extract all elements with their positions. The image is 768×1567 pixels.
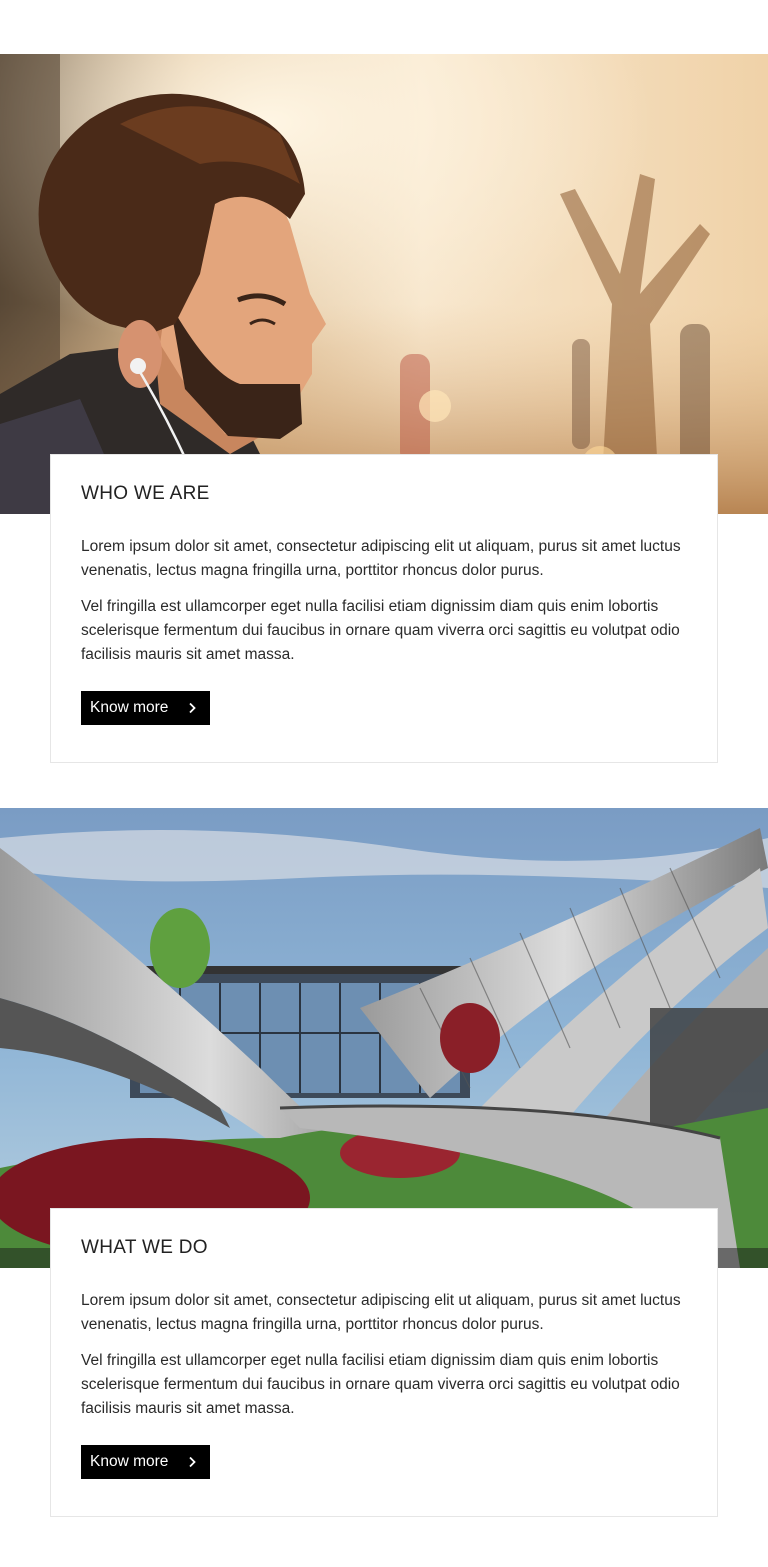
- man-photo-illustration: [0, 54, 768, 514]
- what-we-do-card: WHAT WE DO Lorem ipsum dolor sit amet, c…: [50, 1208, 718, 1517]
- card-title: WHAT WE DO: [81, 1237, 208, 1258]
- card-paragraph-1: Lorem ipsum dolor sit amet, consectetur …: [81, 1292, 681, 1333]
- chevron-right-icon: [189, 702, 196, 714]
- card-title: WHO WE ARE: [81, 483, 210, 504]
- button-label: Know more: [90, 1453, 169, 1470]
- button-label: Know more: [90, 699, 169, 716]
- hero-image-man-with-earphones: [0, 54, 768, 514]
- card-paragraph-2: Vel fringilla est ullamcorper eget nulla…: [81, 1352, 680, 1417]
- card-paragraph-1: Lorem ipsum dolor sit amet, consectetur …: [81, 538, 681, 579]
- who-we-are-card: WHO WE ARE Lorem ipsum dolor sit amet, c…: [50, 454, 718, 763]
- card-paragraph-2: Vel fringilla est ullamcorper eget nulla…: [81, 598, 680, 663]
- hero-image-wave-building: [0, 808, 768, 1268]
- know-more-button[interactable]: Know more: [81, 691, 210, 725]
- building-photo-illustration: [0, 808, 768, 1268]
- know-more-button[interactable]: Know more: [81, 1445, 210, 1479]
- chevron-right-icon: [189, 1456, 196, 1468]
